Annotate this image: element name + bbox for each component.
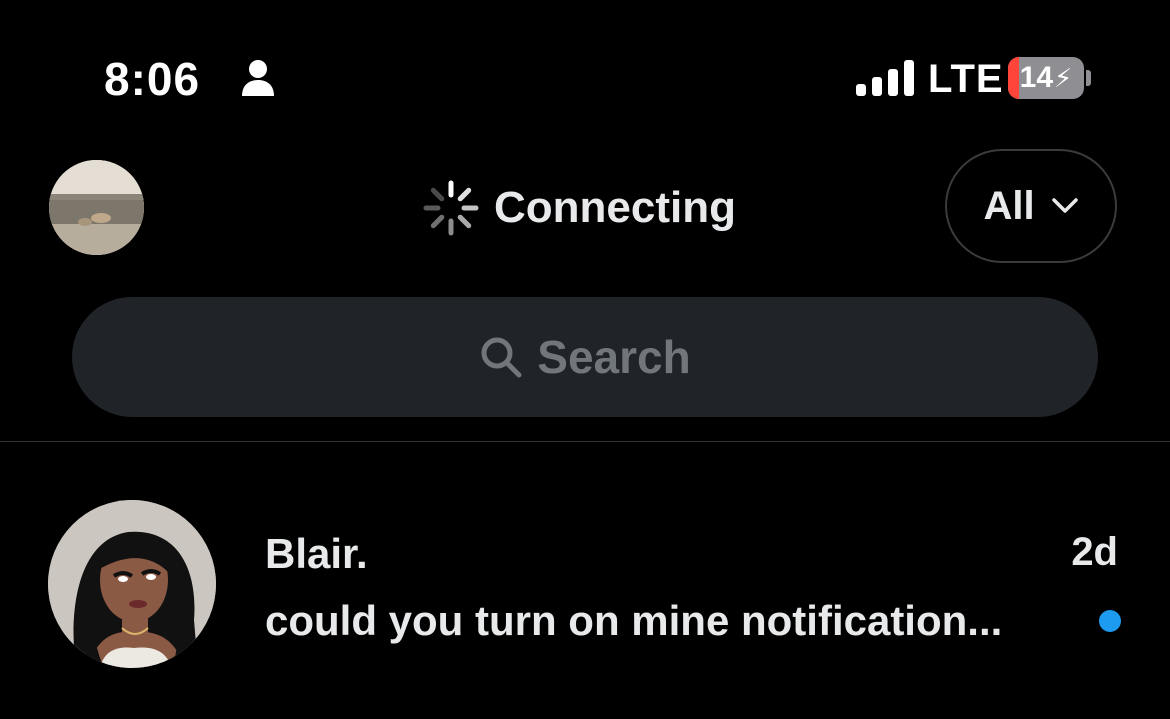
message-preview: could you turn on mine notification...	[265, 597, 1003, 644]
loading-spinner-icon	[423, 180, 479, 236]
status-time: 8:06	[104, 53, 201, 105]
connection-status-text: Connecting	[494, 183, 736, 232]
filter-label: All	[983, 183, 1035, 228]
avatar-image	[48, 500, 216, 668]
search-icon	[481, 337, 522, 378]
unread-indicator	[1099, 610, 1121, 632]
conversation-row[interactable]: Blair. 2d could you turn on mine notific…	[0, 442, 1170, 719]
person-icon	[242, 60, 274, 96]
header: Connecting All	[0, 140, 1170, 290]
sender-name: Blair.	[265, 530, 368, 577]
conversation-avatar[interactable]	[48, 500, 216, 668]
battery-cap	[1086, 70, 1091, 86]
battery-indicator: 14 ⚡	[1008, 57, 1084, 99]
network-type: LTE	[928, 57, 1004, 101]
cellular-signal-icon	[856, 60, 914, 96]
status-bar: 8:06 LTE 14 ⚡	[0, 0, 1170, 140]
battery-percentage: 14	[1019, 61, 1054, 94]
bolt-icon: ⚡	[1054, 62, 1073, 93]
filter-dropdown-button[interactable]: All	[945, 149, 1117, 263]
profile-avatar-image	[49, 160, 144, 255]
search-placeholder: Search	[537, 331, 691, 383]
conversation-timestamp: 2d	[1071, 530, 1118, 574]
connection-status: Connecting	[420, 180, 736, 236]
profile-avatar[interactable]	[49, 160, 144, 255]
search-input[interactable]: Search	[72, 297, 1098, 417]
chevron-down-icon	[1051, 198, 1078, 213]
